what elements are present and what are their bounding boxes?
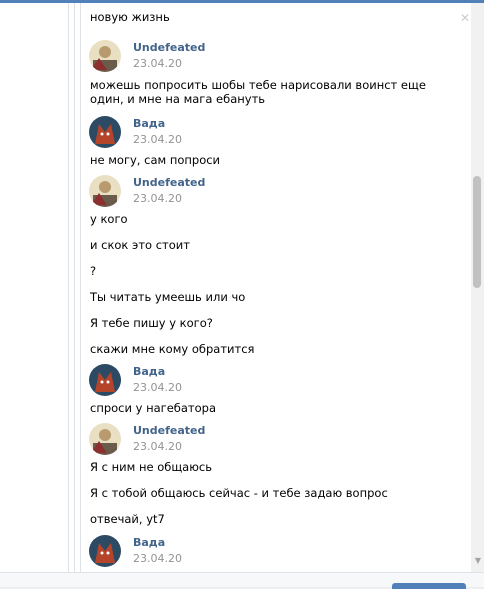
message-text: у кого — [90, 212, 128, 226]
message-date: 23.04.20 — [133, 133, 182, 146]
vada-avatar[interactable] — [89, 364, 121, 396]
vada-avatar[interactable] — [89, 535, 121, 567]
message-text: не могу, сам попроси — [90, 153, 221, 167]
top-accent-bar — [0, 0, 484, 3]
message-text: скажи мне кому обратится — [90, 342, 255, 356]
message-text: Я тебе пишу у кого? — [90, 316, 213, 330]
message-author[interactable]: Вада — [133, 365, 165, 378]
thread-line — [68, 0, 69, 572]
thread-line — [74, 0, 75, 572]
message-text: Ты читать умеешь или чо — [90, 290, 246, 304]
message-author[interactable]: Вада — [133, 117, 165, 130]
message-text: можешь попросить шобы тебе нарисовали во… — [90, 78, 426, 106]
message-text: ? — [90, 264, 97, 278]
message-text: спроси у нагебатора — [90, 401, 216, 415]
message-author[interactable]: Undefeated — [133, 424, 205, 437]
message-history-window: ✕ новую жизнь Undefeated 23.04.20 можешь… — [0, 0, 484, 572]
undefeated-avatar[interactable] — [89, 40, 121, 72]
message-author[interactable]: Undefeated — [133, 176, 205, 189]
message-text: отвечай, yt7 — [90, 512, 165, 526]
scroll-down-arrow-icon[interactable]: ▼ — [474, 557, 482, 565]
message-author[interactable]: Undefeated — [133, 41, 205, 54]
message-date: 23.04.20 — [133, 552, 182, 565]
scrollbar-thumb[interactable] — [473, 176, 481, 288]
action-button[interactable] — [392, 583, 466, 589]
message-text: новую жизнь — [90, 10, 170, 24]
vada-avatar[interactable] — [89, 116, 121, 148]
message-text: и скок это стоит — [90, 238, 190, 252]
undefeated-avatar[interactable] — [89, 175, 121, 207]
message-date: 23.04.20 — [133, 440, 182, 453]
message-author[interactable]: Вада — [133, 536, 165, 549]
message-date: 23.04.20 — [133, 381, 182, 394]
message-date: 23.04.20 — [133, 192, 182, 205]
thread-line — [80, 0, 81, 572]
message-text: Я с тобой общаюсь сейчас - и тебе задаю … — [90, 486, 388, 500]
message-text: Я с ним не общаюсь — [90, 460, 212, 474]
undefeated-avatar[interactable] — [89, 423, 121, 455]
message-date: 23.04.20 — [133, 57, 182, 70]
